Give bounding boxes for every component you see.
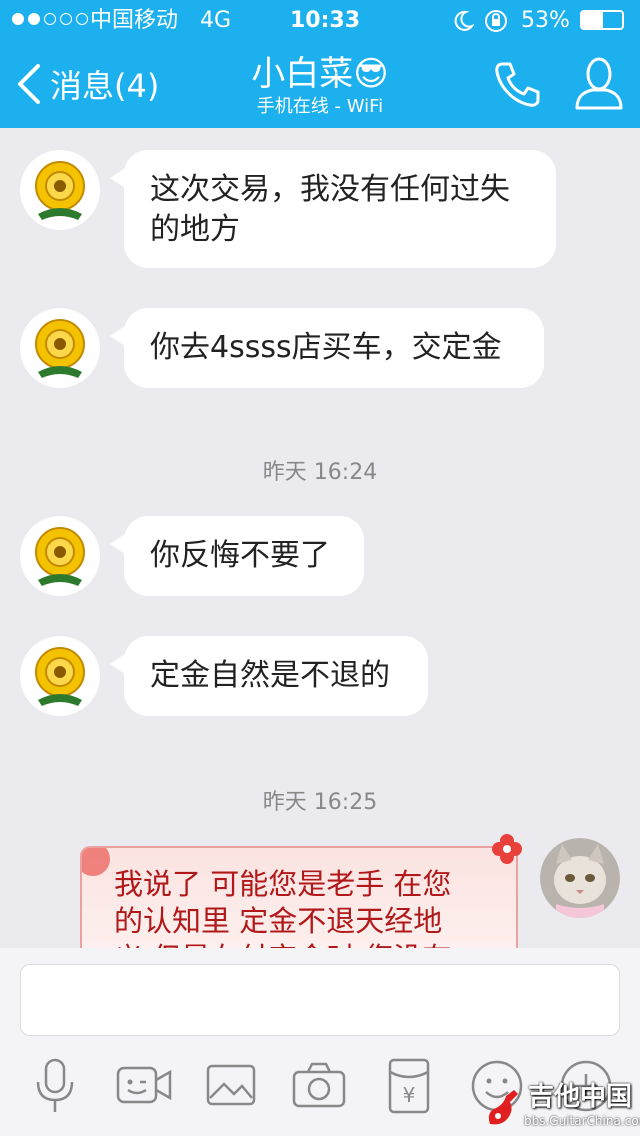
sunglasses-emoji-icon: 😎 (353, 54, 389, 94)
top-bar: 中国移动 4G 10:33 53% 消息(4) 小白菜😎 手机在线 - WiFi (0, 0, 640, 128)
message-text: 你反悔不要了 (150, 538, 330, 573)
carrier: 中国移动 (90, 8, 179, 33)
cat-avatar-icon (540, 838, 620, 918)
contact-avatar[interactable] (20, 150, 100, 230)
contact-avatar[interactable] (20, 516, 100, 596)
my-avatar[interactable] (540, 838, 620, 918)
message-text: 定金自然是不退的 (150, 658, 390, 693)
message-text: 你去4ssss店买车，交定金 (150, 330, 502, 365)
contact-avatar[interactable] (20, 308, 100, 388)
message-text-line: 的认知里 定金不退天经地 (114, 904, 443, 938)
chevron-left-icon (18, 64, 40, 104)
watermark-url: bbs.GuitarChina.com (524, 1114, 640, 1128)
back-button[interactable]: 消息(4) (0, 52, 170, 122)
message-bubble[interactable]: 你反悔不要了 (110, 516, 364, 596)
message-text-line: 我说了 可能您是老手 在您 (114, 867, 452, 901)
rotation-lock-icon (485, 10, 507, 32)
clock: 10:33 (290, 8, 361, 33)
online-status: 手机在线 - WiFi (256, 96, 384, 117)
sunflower-avatar-icon (35, 161, 85, 220)
timestamp: 昨天 16:25 (262, 790, 378, 815)
battery-percent: 53% (521, 8, 570, 33)
bubble-decoration (82, 848, 110, 876)
image-icon[interactable] (202, 1058, 262, 1114)
sunflower-avatar-icon (35, 647, 85, 706)
watermark-brand: 吉他中国 (528, 1082, 633, 1112)
message-text-line: 这次交易，我没有任何过失 (150, 172, 510, 207)
contact-name: 小白菜 (251, 54, 354, 94)
signal-icon (12, 13, 88, 25)
message-bubble[interactable]: 定金自然是不退的 (110, 636, 428, 716)
back-label: 消息(4) (50, 67, 160, 105)
video-icon[interactable] (114, 1058, 174, 1114)
svg-text:¥: ¥ (403, 1083, 416, 1107)
microphone-icon[interactable] (26, 1058, 86, 1114)
contact-avatar[interactable] (20, 636, 100, 716)
profile-icon[interactable] (574, 54, 624, 110)
network-type: 4G (200, 8, 232, 33)
watermark: 吉他中国 bbs.GuitarChina.com (484, 1078, 640, 1132)
sunflower-avatar-icon (35, 319, 85, 378)
battery-icon (580, 10, 624, 30)
my-message-bubble[interactable]: 我说了 可能您是老手 在您 的认知里 定金不退天经地 义 但是在付定金时 您没有 (80, 846, 518, 950)
moon-icon (454, 10, 474, 31)
message-bubble[interactable]: 这次交易，我没有任何过失 的地方 (110, 150, 556, 268)
timestamp: 昨天 16:24 (262, 460, 378, 485)
phone-call-icon[interactable] (494, 60, 540, 108)
red-packet-icon[interactable]: ¥ (380, 1058, 440, 1114)
message-bubble[interactable]: 你去4ssss店买车，交定金 (110, 308, 544, 388)
flower-decoration-icon (492, 834, 522, 864)
message-input[interactable] (20, 964, 620, 1036)
sunflower-avatar-icon (35, 527, 85, 586)
message-text-line: 的地方 (150, 212, 240, 247)
camera-icon[interactable] (290, 1058, 350, 1114)
contact-header[interactable]: 小白菜😎 手机在线 - WiFi (200, 52, 440, 118)
